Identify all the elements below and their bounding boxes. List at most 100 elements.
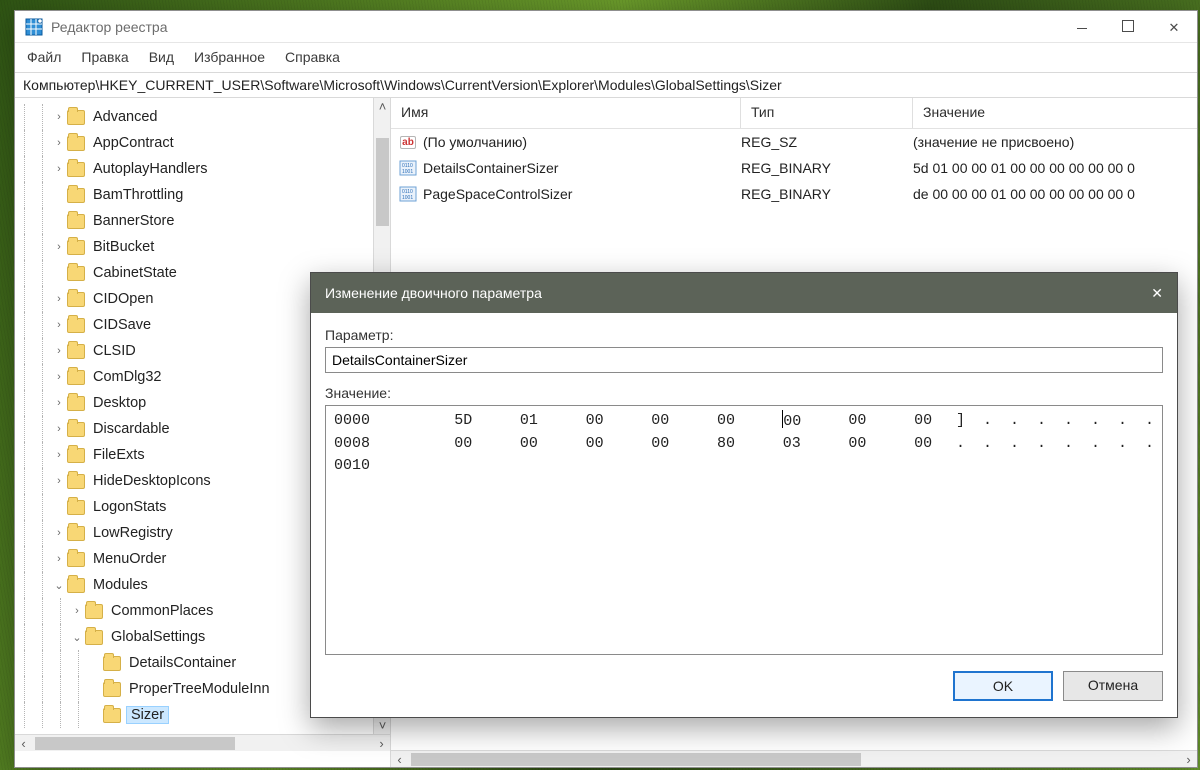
hex-byte[interactable] [444, 455, 519, 477]
value-row[interactable]: ab(По умолчанию)REG_SZ(значение не присв… [391, 129, 1197, 155]
hex-byte[interactable] [894, 455, 969, 477]
tree-expand-icon[interactable]: › [51, 163, 67, 175]
tree-item[interactable]: ›BitBucket [15, 234, 373, 260]
dialog-close-button[interactable]: ✕ [1151, 285, 1163, 302]
hex-byte[interactable]: 00 [562, 410, 628, 433]
hex-row[interactable]: 00080000000080030000. . . . . . . . [334, 433, 1154, 455]
value-row[interactable]: 01101001PageSpaceControlSizerREG_BINARYd… [391, 181, 1197, 207]
titlebar[interactable]: Редактор реестра [15, 11, 1197, 43]
tree-expand-icon[interactable]: ⌄ [51, 579, 67, 592]
menu-file[interactable]: Файл [27, 49, 61, 65]
hex-byte[interactable]: 00 [890, 410, 956, 433]
tree-expand-icon[interactable]: › [69, 605, 85, 617]
hex-ascii: . . . . . . . . [956, 433, 1154, 455]
folder-icon [67, 474, 85, 489]
maximize-button[interactable] [1105, 12, 1151, 42]
hex-byte[interactable]: 00 [627, 433, 693, 455]
column-type[interactable]: Тип [741, 98, 913, 128]
address-bar[interactable]: Компьютер\HKEY_CURRENT_USER\Software\Mic… [15, 72, 1197, 98]
tree-expand-icon[interactable]: › [51, 319, 67, 331]
hex-editor[interactable]: 00005D01000000000000] . . . . . . .00080… [325, 405, 1163, 655]
tree-item-label: CabinetState [91, 265, 179, 281]
hex-byte[interactable]: 00 [890, 433, 956, 455]
folder-icon [67, 266, 85, 281]
folder-icon [103, 656, 121, 671]
scroll-down-arrow-icon[interactable]: ˅ [374, 717, 391, 734]
minimize-button[interactable] [1059, 12, 1105, 42]
scroll-thumb[interactable] [376, 138, 389, 226]
hex-byte[interactable]: 00 [825, 410, 891, 433]
folder-icon [103, 708, 121, 723]
folder-icon [67, 318, 85, 333]
tree-item[interactable]: BannerStore [15, 208, 373, 234]
cancel-button[interactable]: Отмена [1063, 671, 1163, 701]
tree-item[interactable]: ›AppContract [15, 130, 373, 156]
hex-byte[interactable]: 00 [693, 410, 759, 433]
tree-item-label: BamThrottling [91, 187, 185, 203]
close-button[interactable] [1151, 12, 1197, 42]
hex-byte[interactable]: 00 [562, 433, 628, 455]
column-value[interactable]: Значение [913, 98, 1197, 128]
tree-item-label: CIDSave [91, 317, 153, 333]
tree-item[interactable]: ›Advanced [15, 104, 373, 130]
hex-byte[interactable]: 00 [430, 433, 496, 455]
hex-byte[interactable]: 01 [496, 410, 562, 433]
tree-expand-icon[interactable]: › [51, 137, 67, 149]
scroll-left-arrow-icon[interactable]: ‹ [15, 735, 32, 752]
hex-byte[interactable]: 5D [430, 410, 496, 433]
tree-item[interactable]: ›AutoplayHandlers [15, 156, 373, 182]
tree-expand-icon[interactable]: › [51, 449, 67, 461]
tree-expand-icon[interactable]: › [51, 397, 67, 409]
hex-byte[interactable]: 03 [759, 433, 825, 455]
tree-item-label: LowRegistry [91, 525, 175, 541]
hex-row[interactable]: 0010 [334, 455, 1154, 477]
hex-byte[interactable]: 80 [693, 433, 759, 455]
tree-expand-icon[interactable]: › [51, 371, 67, 383]
tree-expand-icon[interactable]: › [51, 345, 67, 357]
hex-byte[interactable] [669, 455, 744, 477]
menu-edit[interactable]: Правка [81, 49, 128, 65]
tree-expand-icon[interactable]: › [51, 111, 67, 123]
tree-expand-icon[interactable]: › [51, 241, 67, 253]
value-name: DetailsContainerSizer [423, 160, 741, 176]
ok-button[interactable]: OK [953, 671, 1053, 701]
tree-expand-icon[interactable]: › [51, 293, 67, 305]
value-name: (По умолчанию) [423, 134, 741, 150]
tree-expand-icon[interactable]: › [51, 475, 67, 487]
tree-horizontal-scrollbar[interactable]: ‹ › [15, 734, 390, 751]
hex-byte[interactable] [519, 455, 594, 477]
values-horizontal-scrollbar[interactable]: ‹ › [391, 750, 1197, 767]
tree-expand-icon[interactable]: ⌄ [69, 631, 85, 644]
hex-row[interactable]: 00005D01000000000000] . . . . . . . [334, 410, 1154, 433]
svg-text:1001: 1001 [402, 195, 413, 201]
menu-favorites[interactable]: Избранное [194, 49, 265, 65]
dialog-titlebar[interactable]: Изменение двоичного параметра ✕ [311, 273, 1177, 313]
menu-help[interactable]: Справка [285, 49, 340, 65]
hex-byte[interactable]: 00 [496, 433, 562, 455]
hex-byte[interactable]: 00 [759, 410, 825, 433]
tree-expand-icon[interactable]: › [51, 527, 67, 539]
value-row[interactable]: 01101001DetailsContainerSizerREG_BINARY5… [391, 155, 1197, 181]
hex-byte[interactable] [969, 455, 1044, 477]
scroll-right-arrow-icon[interactable]: › [373, 735, 390, 752]
hex-ascii: ] . . . . . . . [956, 410, 1154, 433]
scroll-thumb[interactable] [35, 737, 235, 750]
tree-expand-icon[interactable]: › [51, 553, 67, 565]
tree-item[interactable]: BamThrottling [15, 182, 373, 208]
hex-byte[interactable]: 00 [627, 410, 693, 433]
folder-icon [67, 448, 85, 463]
scroll-left-arrow-icon[interactable]: ‹ [391, 751, 408, 768]
values-list[interactable]: ab(По умолчанию)REG_SZ(значение не присв… [391, 129, 1197, 207]
menu-view[interactable]: Вид [149, 49, 174, 65]
hex-byte[interactable]: 00 [825, 433, 891, 455]
param-name-field[interactable] [325, 347, 1163, 373]
hex-byte[interactable] [594, 455, 669, 477]
scroll-up-arrow-icon[interactable]: ˄ [374, 98, 391, 115]
hex-byte[interactable] [744, 455, 819, 477]
hex-byte[interactable] [819, 455, 894, 477]
column-name[interactable]: Имя [391, 98, 741, 128]
tree-item-label: CLSID [91, 343, 138, 359]
tree-expand-icon[interactable]: › [51, 423, 67, 435]
scroll-right-arrow-icon[interactable]: › [1180, 751, 1197, 768]
scroll-thumb[interactable] [411, 753, 861, 766]
